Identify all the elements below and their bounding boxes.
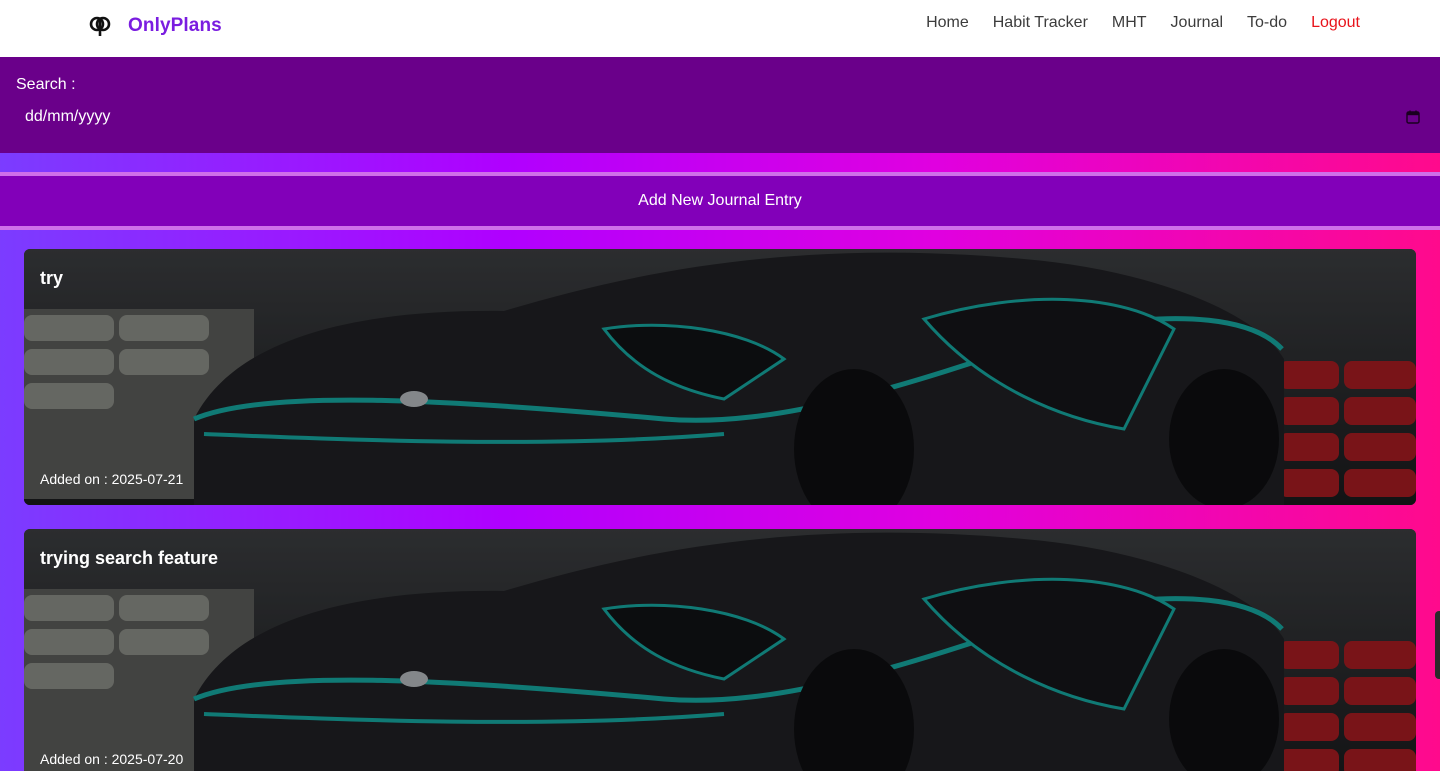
calendar-icon[interactable] (1406, 110, 1420, 124)
search-section: Search : dd/mm/yyyy (0, 57, 1440, 153)
entry-title: try (40, 268, 64, 288)
entry-date: Added on : 2025-07-21 (40, 471, 184, 487)
journal-entry-card[interactable]: trying search feature Added on : 2025-07… (24, 529, 1416, 771)
nav-link-logout[interactable]: Logout (1311, 14, 1360, 32)
search-label: Search : (16, 76, 76, 93)
nav-link-journal[interactable]: Journal (1171, 14, 1223, 32)
date-placeholder: dd/mm/yyyy (25, 108, 111, 125)
date-search-input[interactable]: dd/mm/yyyy (10, 107, 1424, 127)
entry-date: Added on : 2025-07-20 (40, 751, 184, 767)
brand[interactable]: OnlyPlans (88, 12, 222, 40)
nav-link-home[interactable]: Home (926, 14, 969, 32)
journal-entry-card[interactable]: try Added on : 2025-07-21 (24, 249, 1416, 505)
car-background-image (24, 249, 1416, 505)
navbar: OnlyPlans Home Habit Tracker MHT Journal… (0, 0, 1440, 57)
entry-title: trying search feature (40, 548, 219, 568)
add-journal-entry-button[interactable]: Add New Journal Entry (0, 172, 1440, 230)
nav-links: Home Habit Tracker MHT Journal To-do Log… (926, 14, 1360, 32)
nav-link-todo[interactable]: To-do (1247, 14, 1287, 32)
brand-name[interactable]: OnlyPlans (128, 15, 222, 37)
car-background-image (24, 529, 1416, 771)
logo-icon (89, 16, 111, 36)
nav-link-habit-tracker[interactable]: Habit Tracker (993, 14, 1088, 32)
nav-link-mht[interactable]: MHT (1112, 14, 1147, 32)
scroll-handle[interactable] (1435, 611, 1440, 679)
